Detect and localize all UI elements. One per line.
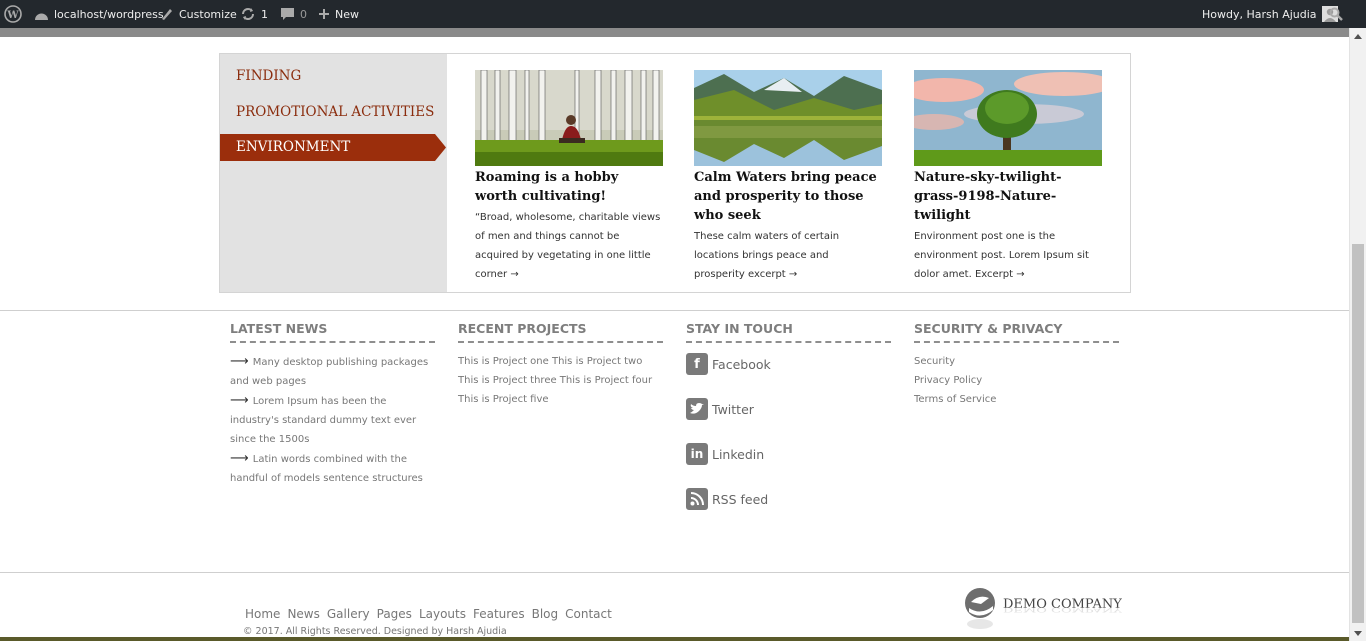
arrow-right-icon: ⟶: [230, 451, 253, 466]
wordpress-logo-icon[interactable]: W: [4, 0, 22, 28]
scroll-thumb[interactable]: [1352, 244, 1364, 623]
nav-home[interactable]: Home: [245, 607, 280, 621]
news-item[interactable]: ⟶ Many desktop publishing packages and w…: [230, 352, 435, 391]
comments-count: 0: [300, 7, 307, 21]
page-bottom-bar: [0, 637, 1349, 641]
scroll-up-arrow-icon[interactable]: [1350, 28, 1366, 44]
new-content-link[interactable]: New: [318, 0, 359, 28]
tab-promotional-activities[interactable]: PROMOTIONAL ACTIVITIES: [236, 104, 434, 120]
updates-link[interactable]: 1: [240, 0, 268, 28]
widget-title: RECENT PROJECTS: [458, 321, 663, 343]
linkedin-link[interactable]: in Linkedin: [686, 442, 891, 466]
nav-blog[interactable]: Blog: [532, 607, 559, 621]
comment-icon: [281, 8, 294, 20]
latest-news-widget: LATEST NEWS ⟶ Many desktop publishing pa…: [230, 321, 435, 488]
arrow-right-icon: ⟶: [230, 354, 253, 369]
facebook-icon: f: [686, 353, 708, 375]
admin-bar: W localhost/wordpress Customize 1 0 New …: [0, 0, 1366, 28]
post-thumbnail-tree[interactable]: [914, 70, 1102, 166]
copyright-text: © 2017. All Rights Reserved. Designed by…: [243, 626, 507, 637]
post-excerpt: These calm waters of certain locations b…: [694, 231, 840, 280]
logo-text-reflection: DEMO COMPANY: [1003, 605, 1122, 614]
widget-title: STAY IN TOUCH: [686, 321, 891, 343]
bottom-divider: [0, 572, 1349, 573]
post-thumbnail-forest[interactable]: [475, 70, 663, 166]
post-title[interactable]: Roaming is a hobby worth cultivating!: [475, 168, 663, 206]
post-title[interactable]: Nature-sky-twilight-grass-9198-Nature-tw…: [914, 168, 1102, 225]
howdy-label: Howdy, Harsh Ajudia: [1202, 7, 1317, 21]
updates-count: 1: [261, 7, 268, 21]
projects-list[interactable]: This is Project one This is Project two …: [458, 352, 663, 409]
header-strip: [0, 28, 1349, 37]
post-excerpt: “Broad, wholesome, charitable views of m…: [475, 212, 661, 280]
post-title[interactable]: Calm Waters bring peace and prosperity t…: [694, 168, 882, 225]
rss-link[interactable]: RSS feed: [686, 487, 891, 511]
dashboard-icon: [35, 13, 48, 20]
widget-title: SECURITY & PRIVACY: [914, 321, 1119, 343]
scroll-down-arrow-icon[interactable]: [1350, 625, 1366, 641]
tab-environment[interactable]: ENVIRONMENT: [220, 134, 446, 161]
footer-nav: Home News Gallery Pages Layouts Features…: [245, 607, 612, 621]
nav-pages[interactable]: Pages: [377, 607, 412, 621]
customize-label: Customize: [179, 7, 237, 21]
page-scrollbar[interactable]: [1349, 28, 1366, 641]
nav-layouts[interactable]: Layouts: [419, 607, 466, 621]
plus-icon: [319, 9, 329, 19]
privacy-policy-link[interactable]: Privacy Policy: [914, 371, 1119, 390]
news-item[interactable]: ⟶ Latin words combined with the handful …: [230, 449, 435, 488]
category-tabs-panel: FINDING PROMOTIONAL ACTIVITIES ENVIRONME…: [219, 53, 1131, 293]
site-name-link[interactable]: localhost/wordpress: [34, 0, 164, 28]
nav-gallery[interactable]: Gallery: [327, 607, 370, 621]
twitter-icon: [686, 398, 708, 420]
search-icon[interactable]: [1329, 0, 1343, 28]
post-excerpt: Environment post one is the environment …: [914, 231, 1089, 280]
linkedin-icon: in: [686, 443, 708, 465]
svg-text:W: W: [6, 10, 19, 21]
post-card: Nature-sky-twilight-grass-9198-Nature-tw…: [914, 70, 1102, 284]
tab-list: FINDING PROMOTIONAL ACTIVITIES: [220, 54, 447, 292]
terms-of-service-link[interactable]: Terms of Service: [914, 390, 1119, 409]
nav-news[interactable]: News: [287, 607, 319, 621]
company-logo[interactable]: DEMO COMPANY DEMO COMPANY: [963, 586, 1123, 632]
nav-features[interactable]: Features: [473, 607, 525, 621]
post-card: Roaming is a hobby worth cultivating! “B…: [475, 70, 663, 284]
site-name-label: localhost/wordpress: [54, 7, 164, 21]
arrow-right-icon: ⟶: [230, 393, 253, 408]
nav-contact[interactable]: Contact: [565, 607, 612, 621]
widget-title: LATEST NEWS: [230, 321, 435, 343]
post-card: Calm Waters bring peace and prosperity t…: [694, 70, 882, 284]
my-account-link[interactable]: Howdy, Harsh Ajudia: [1202, 0, 1338, 28]
post-thumbnail-lake[interactable]: [694, 70, 882, 166]
tab-finding[interactable]: FINDING: [236, 68, 301, 84]
rss-icon: [686, 488, 708, 510]
new-label: New: [335, 7, 359, 21]
customize-link[interactable]: Customize: [160, 0, 237, 28]
facebook-link[interactable]: f Facebook: [686, 352, 891, 376]
recent-projects-widget: RECENT PROJECTS This is Project one This…: [458, 321, 663, 409]
logo-mark-icon: [965, 588, 995, 629]
security-privacy-widget: SECURITY & PRIVACY Security Privacy Poli…: [914, 321, 1119, 409]
twitter-link[interactable]: Twitter: [686, 397, 891, 421]
tab-environment-label: ENVIRONMENT: [236, 139, 351, 155]
comments-link[interactable]: 0: [280, 0, 307, 28]
security-link[interactable]: Security: [914, 352, 1119, 371]
updates-icon: [242, 8, 254, 20]
stay-in-touch-widget: STAY IN TOUCH f Facebook Twitter in Link…: [686, 321, 891, 532]
brush-icon: [162, 9, 172, 20]
footer-divider: [0, 310, 1349, 311]
news-item[interactable]: ⟶ Lorem Ipsum has been the industry's st…: [230, 391, 435, 449]
